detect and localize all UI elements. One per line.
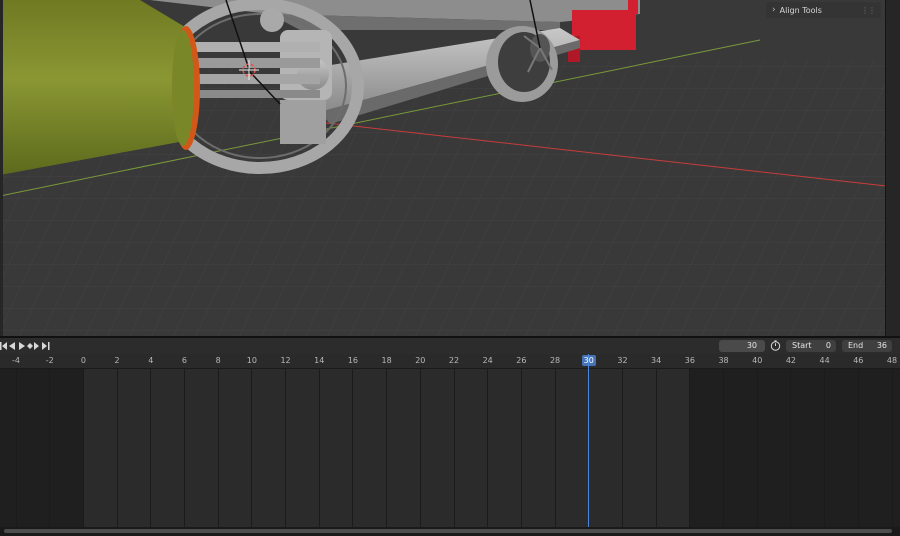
timeline-area[interactable]	[0, 369, 900, 527]
grid-line	[49, 369, 51, 527]
grid-line	[386, 369, 388, 527]
grid-line	[487, 369, 489, 527]
viewport-side-region[interactable]	[885, 0, 900, 336]
grid-line	[82, 369, 84, 527]
ruler-tick-label: 32	[617, 356, 628, 365]
playback-icons	[0, 342, 50, 350]
grid-line	[790, 369, 792, 527]
ruler-tick-label: 28	[549, 356, 561, 365]
ruler-tick-label: 18	[381, 356, 392, 365]
jump-keyframe-icon	[27, 342, 39, 350]
timeline-header: 30 Start 0 End 36	[0, 338, 900, 354]
ruler-tick-label: 44	[819, 356, 830, 365]
viewport-left-edge	[0, 0, 3, 336]
ruler-tick-label: 34	[651, 356, 662, 365]
grid-line	[183, 369, 185, 527]
start-label: Start	[792, 341, 812, 350]
viewport-scene	[0, 0, 900, 336]
panel-grip-icon[interactable]: ⋮⋮	[861, 6, 876, 15]
playback-controls	[0, 338, 52, 354]
grid-line	[116, 369, 118, 527]
grid-line	[689, 369, 691, 527]
ruler-tick-label: 20	[415, 356, 426, 365]
jump-start-icon	[0, 342, 7, 350]
start-frame-field[interactable]: Start 0	[786, 340, 836, 352]
playhead-line[interactable]	[588, 354, 590, 536]
grid-line	[520, 369, 522, 527]
ruler-tick-label: 22	[448, 356, 460, 365]
grid-line	[723, 369, 725, 527]
grid-line	[251, 369, 253, 527]
grid-line	[655, 369, 657, 527]
scrollbar-thumb[interactable]	[4, 529, 892, 533]
grid-line	[318, 369, 320, 527]
ruler-tick-label: 46	[853, 356, 864, 365]
grid-line	[285, 369, 287, 527]
grid-line	[554, 369, 556, 527]
ruler-tick-label: 4	[148, 356, 154, 365]
end-label: End	[848, 341, 864, 350]
ruler-tick-label: 38	[718, 356, 729, 365]
ruler-tick-label: 14	[314, 356, 325, 365]
play-reverse-icon	[9, 342, 15, 350]
grid-line	[419, 369, 421, 527]
align-tools-label[interactable]: Align Tools	[780, 6, 822, 15]
grid-line	[824, 369, 826, 527]
end-value: 36	[876, 341, 887, 350]
grid-line	[891, 369, 893, 527]
3d-viewport[interactable]: › Align Tools ⋮⋮	[0, 0, 900, 336]
chevron-right-icon[interactable]: ›	[772, 5, 776, 15]
align-tools-panel[interactable]: › Align Tools ⋮⋮	[766, 2, 881, 18]
jump-end-icon	[42, 342, 50, 350]
ruler-tick-label: 6	[181, 356, 187, 365]
ruler-tick-label: -2	[45, 356, 54, 365]
ruler-tick-label: 10	[246, 356, 257, 365]
grid-line	[857, 369, 859, 527]
ruler-tick-label: -4	[12, 356, 20, 365]
play-icon	[19, 342, 25, 350]
grid-line	[150, 369, 152, 527]
grid-line	[217, 369, 219, 527]
timeline-scrollbar[interactable]	[0, 527, 900, 536]
ruler-tick-label: 36	[684, 356, 695, 365]
frame-ruler[interactable]: -4-2024681012141618202224262830323436384…	[0, 354, 900, 369]
grid-line	[756, 369, 758, 527]
grid-line	[352, 369, 354, 527]
ruler-tick-label: 40	[752, 356, 763, 365]
current-frame-field[interactable]: 30	[719, 340, 765, 352]
ruler-tick-label: 2	[114, 356, 120, 365]
ruler-tick-label: 42	[785, 356, 797, 365]
ruler-tick-label: 48	[886, 356, 898, 365]
ruler-tick-label: 0	[80, 356, 86, 365]
ruler-tick-label: 24	[482, 356, 493, 365]
ruler-tick-label: 12	[280, 356, 291, 365]
ruler-tick-label: 16	[347, 356, 359, 365]
end-frame-field[interactable]: End 36	[842, 340, 892, 352]
grid-line	[15, 369, 17, 527]
grid-line	[453, 369, 455, 527]
start-value: 0	[825, 341, 831, 350]
ruler-tick-label: 26	[516, 356, 527, 365]
stopwatch-icon[interactable]	[770, 340, 781, 351]
ruler-tick-label: 8	[215, 356, 221, 365]
grid-line	[621, 369, 623, 527]
red-part	[572, 10, 636, 50]
